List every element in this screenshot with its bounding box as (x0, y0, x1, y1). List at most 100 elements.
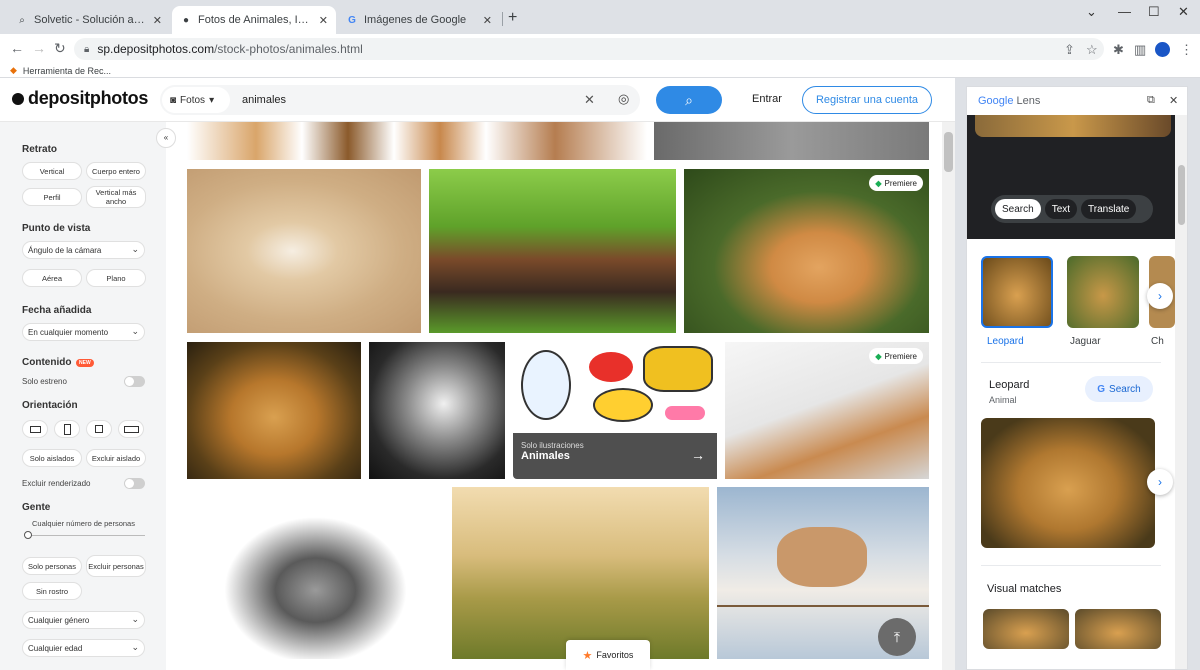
register-button[interactable]: Registrar una cuenta (802, 86, 932, 114)
bookmark-item[interactable]: Herramienta de Rec... (23, 66, 111, 76)
gender-select[interactable]: Cualquier género ⌄ (22, 611, 145, 629)
orientation-square[interactable] (86, 420, 112, 438)
photo-barn-owl[interactable] (187, 169, 421, 333)
filter-sin-rostro[interactable]: Sin rostro (22, 582, 82, 600)
entity-search-button[interactable]: G Search (1085, 376, 1153, 402)
people-slider-knob[interactable] (24, 531, 32, 539)
close-window-icon[interactable]: ✕ (1178, 4, 1189, 20)
open-new-tab-icon[interactable]: ⧉ (1147, 94, 1155, 107)
people-slider-track[interactable] (27, 535, 145, 536)
photo-corgis[interactable]: ◆ Premiere (684, 169, 929, 333)
login-link[interactable]: Entrar (752, 93, 782, 105)
close-panel-icon[interactable]: ✕ (1169, 94, 1178, 107)
camera-angle-select[interactable]: Ángulo de la cámara ⌄ (22, 241, 145, 259)
depositphotos-logo[interactable]: depositphotos (12, 88, 148, 109)
date-select[interactable]: En cualquier momento ⌄ (22, 323, 145, 341)
arrow-right-icon: → (691, 447, 705, 463)
orientation-vertical[interactable] (54, 420, 80, 438)
lens-scrollbar-thumb[interactable] (1178, 165, 1185, 225)
tab-solvetic[interactable]: ⌕ Solvetic - Solución a los problem ✕ (8, 6, 170, 34)
filter-excluir-aislado[interactable]: Excluir aislado (86, 449, 146, 467)
forward-icon[interactable]: → (32, 40, 46, 56)
illustrations-overlay[interactable]: Solo ilustraciones Animales → (513, 433, 717, 479)
maximize-icon[interactable]: ☐ (1148, 4, 1160, 20)
tab-search-chevron-icon[interactable]: ⌄ (1086, 4, 1097, 20)
address-bar[interactable]: 🔒︎ sp.depositphotos.com/stock-photos/ani… (74, 38, 1104, 60)
photo-animals-row[interactable] (187, 122, 647, 160)
elephant-shape (777, 527, 867, 587)
mode-translate[interactable]: Translate (1081, 199, 1137, 219)
next-thumbs-icon[interactable]: › (1147, 283, 1173, 309)
profile-avatar[interactable] (1155, 42, 1170, 57)
visual-match-2[interactable] (1075, 609, 1161, 649)
lens-mode-switch: Search Text Translate (991, 195, 1153, 223)
filter-perfil[interactable]: Perfil (22, 188, 82, 206)
reload-icon[interactable]: ↻ (54, 40, 66, 57)
thumb-label-leopard: Leopard (987, 336, 1024, 347)
favorites-bar[interactable]: ★ Favoritos (566, 640, 650, 670)
mode-text[interactable]: Text (1044, 199, 1078, 219)
next-entity-icon[interactable]: › (1147, 469, 1173, 495)
side-panel-icon[interactable]: ▥ (1134, 42, 1146, 58)
page-scrollbar[interactable] (942, 122, 955, 670)
bookmark-star-icon[interactable]: ☆ (1086, 42, 1098, 58)
lens-image-area: Search Text Translate (967, 115, 1175, 239)
visual-search-icon[interactable]: ◎ (618, 91, 629, 107)
filter-vertical[interactable]: Vertical (22, 162, 82, 180)
photo-illustrations[interactable]: Solo ilustraciones Animales → (513, 342, 717, 479)
close-tab-icon[interactable]: ✕ (319, 14, 328, 27)
web-page: depositphotos ◙ Fotos ▾ animales ✕ ◎ ⌕ E… (0, 78, 955, 670)
lens-scrollbar[interactable] (1175, 115, 1187, 669)
search-button[interactable]: ⌕ (656, 86, 722, 114)
divider (981, 565, 1161, 566)
photo-tiger-bw[interactable] (369, 342, 505, 479)
filter-solo-aislados[interactable]: Solo aislados (22, 449, 82, 467)
mode-search[interactable]: Search (995, 199, 1041, 219)
photo-lambs[interactable] (452, 487, 709, 659)
solo-estreno-toggle[interactable] (124, 376, 145, 387)
excluir-renderizado-toggle[interactable] (124, 478, 145, 489)
search-input[interactable]: animales (242, 94, 286, 106)
photo-gray[interactable] (654, 122, 929, 160)
lens-thumb-jaguar[interactable] (1067, 256, 1139, 328)
filter-solo-personas[interactable]: Solo personas (22, 557, 82, 575)
photo-pets-group[interactable] (187, 487, 444, 659)
close-tab-icon[interactable]: ✕ (153, 14, 162, 27)
collapse-sidebar-icon[interactable]: « (156, 128, 176, 148)
search-type-dropdown[interactable]: ◙ Fotos ▾ (162, 87, 230, 113)
clear-search-icon[interactable]: ✕ (584, 92, 595, 108)
share-icon[interactable]: ⇪ (1064, 42, 1075, 58)
premiere-gem-icon: ◆ (875, 351, 882, 361)
scroll-to-top-button[interactable]: ⤒ (878, 618, 916, 656)
filter-plano[interactable]: Plano (86, 269, 146, 287)
scrollbar-thumb[interactable] (944, 132, 953, 172)
orientation-horizontal[interactable] (22, 420, 48, 438)
punto-de-vista-heading: Punto de vista (22, 223, 91, 234)
tab-depositphotos[interactable]: ● Fotos de Animales, Imágenes de ✕ (172, 6, 336, 34)
lens-selected-crop[interactable] (975, 115, 1171, 137)
filter-cuerpo-entero[interactable]: Cuerpo entero (86, 162, 146, 180)
menu-kebab-icon[interactable]: ⋮ (1180, 42, 1193, 58)
tab-google-images[interactable]: G Imágenes de Google ✕ (338, 6, 500, 34)
lens-thumb-leopard[interactable] (981, 256, 1053, 328)
close-tab-icon[interactable]: ✕ (483, 14, 492, 27)
filter-vertical-ancho[interactable]: Vertical más ancho (86, 186, 146, 208)
butterfly-illustration (643, 346, 713, 392)
photo-leopard[interactable] (187, 342, 361, 479)
filter-excluir-personas[interactable]: Excluir personas (86, 555, 146, 577)
select-value: Ángulo de la cámara (28, 245, 102, 255)
apple-illustration (589, 352, 633, 382)
logo-text: depositphotos (28, 88, 149, 108)
entity-image-leopard[interactable] (981, 418, 1155, 548)
photo-horses[interactable] (429, 169, 676, 333)
entity-search-label: Search (1109, 383, 1141, 395)
visual-match-1[interactable] (983, 609, 1069, 649)
orientation-panoramic[interactable] (118, 420, 144, 438)
filter-aerea[interactable]: Aérea (22, 269, 82, 287)
extensions-icon[interactable]: ✱ (1113, 42, 1124, 58)
photo-dogs-office[interactable]: ◆ Premiere (725, 342, 929, 479)
minimize-icon[interactable]: — (1118, 4, 1131, 19)
age-select[interactable]: Cualquier edad ⌄ (22, 639, 145, 657)
back-icon[interactable]: ← (10, 40, 24, 56)
new-tab-icon[interactable]: + (508, 9, 517, 27)
